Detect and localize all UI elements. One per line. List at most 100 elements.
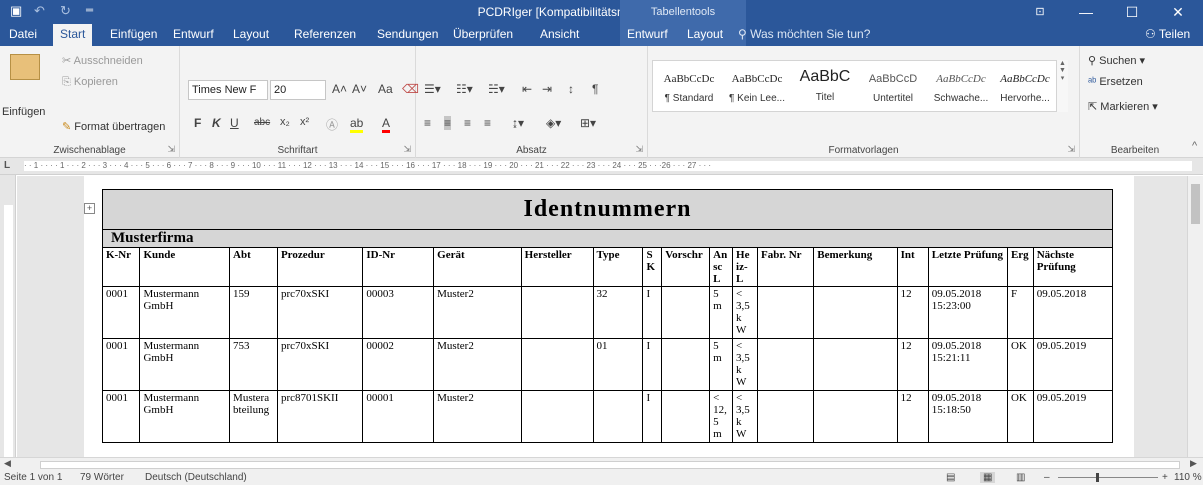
- copy-button[interactable]: ⎘ Kopieren: [62, 76, 118, 89]
- table-cell[interactable]: [813, 286, 898, 339]
- table-cell[interactable]: 159: [229, 286, 278, 339]
- table-cell[interactable]: [592, 390, 644, 443]
- underline-button[interactable]: U: [230, 116, 239, 130]
- dialog-launcher-icon[interactable]: ⇲: [635, 144, 643, 155]
- format-painter-button[interactable]: ✎ Format übertragen: [62, 120, 165, 133]
- close-button[interactable]: ✕: [1155, 0, 1201, 24]
- column-header[interactable]: Kunde: [139, 247, 231, 287]
- tab-stop-icon[interactable]: L: [4, 160, 10, 171]
- table-cell[interactable]: prc70xSKI: [276, 286, 364, 339]
- cut-button[interactable]: ✂ Ausschneiden: [62, 54, 143, 67]
- table-cell[interactable]: 0001: [101, 338, 141, 391]
- scroll-thumb[interactable]: [1191, 184, 1200, 224]
- scroll-right-icon[interactable]: ▶: [1190, 458, 1197, 469]
- bullets-icon[interactable]: ☰▾: [424, 82, 441, 96]
- minimize-button[interactable]: —: [1063, 0, 1109, 24]
- line-spacing-icon[interactable]: ↨▾: [512, 116, 524, 130]
- decrease-indent-icon[interactable]: ⇤: [522, 82, 532, 96]
- tab-design[interactable]: Entwurf: [166, 24, 221, 46]
- tab-file[interactable]: Datei: [2, 24, 44, 46]
- grow-font-button[interactable]: A˄: [332, 82, 347, 96]
- column-header[interactable]: Fabr. Nr: [757, 247, 815, 287]
- table-cell[interactable]: [757, 338, 815, 391]
- column-header[interactable]: Abt: [229, 247, 278, 287]
- horizontal-scrollbar[interactable]: ◀ ▶: [0, 457, 1203, 471]
- table-cell[interactable]: I: [642, 390, 663, 443]
- table-cell[interactable]: 09.05.2019: [1032, 390, 1114, 443]
- style-title[interactable]: AaBbC Titel: [791, 61, 859, 103]
- align-right-icon[interactable]: ≡: [464, 116, 471, 130]
- table-cell[interactable]: 09.05.2018 15:18:50: [927, 390, 1008, 443]
- increase-indent-icon[interactable]: ⇥: [542, 82, 552, 96]
- column-header[interactable]: An sc L: [709, 247, 734, 287]
- table-title[interactable]: Identnummern: [102, 189, 1113, 230]
- table-cell[interactable]: prc70xSKI: [276, 338, 364, 391]
- replace-button[interactable]: ᵃᵇ Ersetzen: [1088, 76, 1143, 88]
- table-cell[interactable]: 12: [896, 286, 929, 339]
- table-cell[interactable]: < 3,5 k W: [732, 286, 759, 339]
- table-cell[interactable]: [757, 286, 815, 339]
- tab-layout[interactable]: Layout: [226, 24, 276, 46]
- table-cell[interactable]: 00001: [362, 390, 435, 443]
- table-cell[interactable]: Muster2: [433, 286, 522, 339]
- web-layout-icon[interactable]: ▥: [1016, 472, 1025, 483]
- vertical-ruler[interactable]: [0, 175, 16, 457]
- page-count[interactable]: Seite 1 von 1: [4, 472, 62, 483]
- show-formatting-icon[interactable]: ¶: [592, 82, 598, 96]
- table-cell[interactable]: Mustermann GmbH: [139, 390, 231, 443]
- tab-table-design[interactable]: Entwurf: [620, 24, 680, 46]
- table-cell[interactable]: Muster2: [433, 338, 522, 391]
- word-count[interactable]: 79 Wörter: [80, 472, 124, 483]
- read-mode-icon[interactable]: ▤: [946, 472, 955, 483]
- table-cell[interactable]: 5 m: [709, 338, 734, 391]
- table-cell[interactable]: 0001: [101, 390, 141, 443]
- zoom-in-icon[interactable]: +: [1162, 472, 1168, 483]
- zoom-level[interactable]: 110 %: [1174, 472, 1202, 483]
- column-header[interactable]: K-Nr: [101, 247, 141, 287]
- table-cell[interactable]: Mustermann GmbH: [139, 338, 231, 391]
- tell-me-search[interactable]: ⚲ Was möchten Sie tun?: [738, 24, 870, 46]
- column-header[interactable]: Erg: [1006, 247, 1034, 287]
- shading-icon[interactable]: ◈▾: [546, 116, 561, 130]
- dialog-launcher-icon[interactable]: ⇲: [167, 144, 175, 155]
- align-center-icon[interactable]: ≡: [444, 116, 452, 130]
- language[interactable]: Deutsch (Deutschland): [145, 472, 247, 483]
- table-cell[interactable]: Mustermann GmbH: [139, 286, 231, 339]
- maximize-button[interactable]: ☐: [1109, 0, 1155, 24]
- column-header[interactable]: He iz- L: [732, 247, 759, 287]
- table-cell[interactable]: I: [642, 338, 663, 391]
- tab-start[interactable]: Start: [53, 24, 93, 46]
- styles-scroll[interactable]: ▲ ▼ ▾: [1056, 60, 1068, 112]
- table-cell[interactable]: [757, 390, 815, 443]
- column-header[interactable]: ID-Nr: [362, 247, 435, 287]
- table-cell[interactable]: [813, 390, 898, 443]
- highlight-icon[interactable]: ab: [350, 116, 364, 133]
- table-cell[interactable]: [813, 338, 898, 391]
- tab-references[interactable]: Referenzen: [287, 24, 363, 46]
- table-cell[interactable]: < 3,5 k W: [732, 390, 759, 443]
- dialog-launcher-icon[interactable]: ⇲: [403, 144, 411, 155]
- column-header[interactable]: S K: [642, 247, 663, 287]
- find-button[interactable]: ⚲ Suchen ▾: [1088, 54, 1145, 67]
- table-cell[interactable]: [520, 286, 594, 339]
- bold-button[interactable]: F: [194, 116, 201, 130]
- column-header[interactable]: Letzte Prüfung: [927, 247, 1008, 287]
- align-left-icon[interactable]: ≡: [424, 116, 431, 130]
- paste-icon[interactable]: [10, 54, 40, 80]
- scroll-track[interactable]: [40, 461, 1180, 469]
- tab-review[interactable]: Überprüfen: [446, 24, 520, 46]
- table-cell[interactable]: [661, 338, 711, 391]
- style-no-spacing[interactable]: AaBbCcDc ¶ Kein Lee...: [723, 61, 791, 104]
- style-emphasis[interactable]: AaBbCcDc Hervorhe...: [991, 61, 1059, 104]
- table-cell[interactable]: F: [1006, 286, 1034, 339]
- table-cell[interactable]: 01: [592, 338, 644, 391]
- column-header[interactable]: Gerät: [433, 247, 522, 287]
- scroll-left-icon[interactable]: ◀: [4, 458, 11, 469]
- document-table[interactable]: Identnummern Musterfirma K-Nr Kunde Abt Pro…: [101, 189, 1114, 443]
- multilevel-list-icon[interactable]: ☵▾: [488, 82, 505, 96]
- column-header[interactable]: Bemerkung: [813, 247, 898, 287]
- tab-view[interactable]: Ansicht: [533, 24, 586, 46]
- zoom-slider[interactable]: [1058, 477, 1158, 478]
- superscript-button[interactable]: x²: [300, 116, 309, 128]
- table-cell[interactable]: [520, 338, 594, 391]
